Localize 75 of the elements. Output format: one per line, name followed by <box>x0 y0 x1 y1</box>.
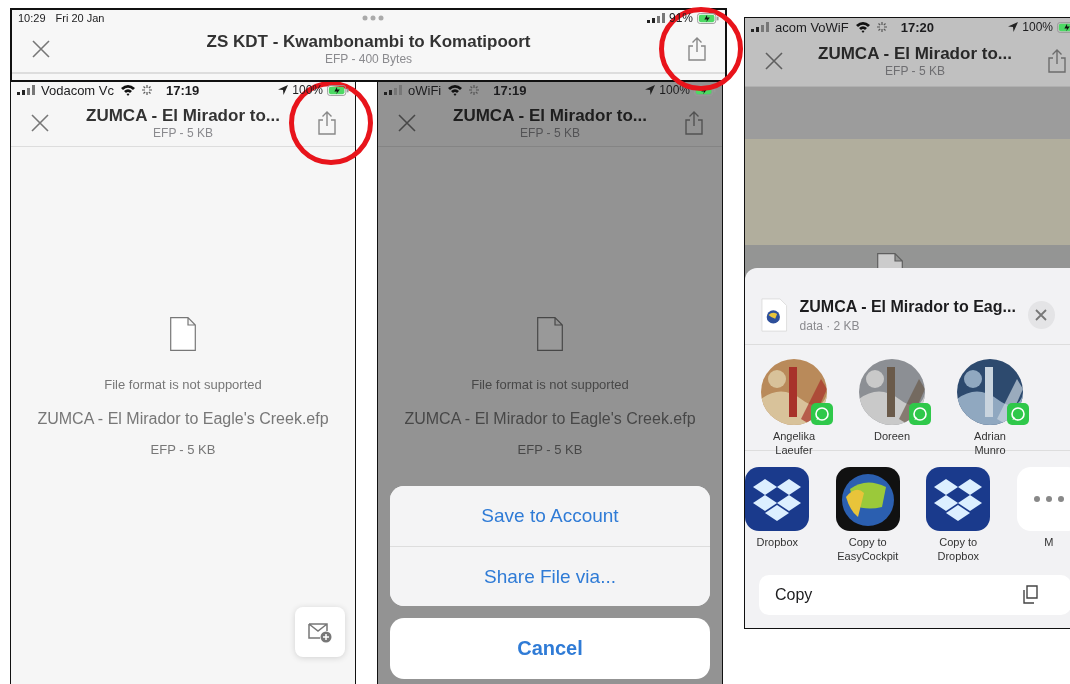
close-icon[interactable] <box>32 40 50 58</box>
wifi-icon <box>854 21 871 33</box>
share-file-title: ZUMCA - El Mirador to Eag... <box>799 297 1016 316</box>
carrier-name: Vodacom Vc <box>41 82 114 98</box>
globe-app-icon[interactable] <box>835 467 900 531</box>
status-time: 17:19 <box>166 82 200 98</box>
signal-icon <box>17 85 35 95</box>
chat-badge-icon <box>909 403 931 425</box>
app-label: Copy to Dropbox <box>936 535 981 563</box>
file-title: ZUMCA - El Mirador to... <box>86 105 280 126</box>
status-time: 10:29 <box>18 12 46 24</box>
file-title: ZUMCA - El Mirador to... <box>453 105 647 126</box>
signal-icon <box>384 85 402 95</box>
chat-badge-icon <box>811 403 833 425</box>
battery-icon <box>327 84 349 96</box>
file-subtitle: EFP - 400 Bytes <box>324 52 413 66</box>
document-icon <box>170 317 196 351</box>
spinner-icon <box>469 85 480 95</box>
close-icon[interactable] <box>31 113 49 132</box>
spinner-icon <box>876 22 887 32</box>
close-icon[interactable] <box>398 113 416 132</box>
more-icon <box>362 15 384 21</box>
chat-badge-icon <box>1007 403 1029 425</box>
signal-icon <box>751 22 769 32</box>
copy-icon <box>1021 585 1041 605</box>
error-message: File format is not supported <box>471 377 629 392</box>
app-label: Dropbox <box>756 535 799 549</box>
share-icon[interactable] <box>1047 49 1067 73</box>
battery-level: 100% <box>659 83 690 97</box>
status-date: Fri 20 Jan <box>55 12 105 24</box>
mail-plus-icon <box>308 621 332 643</box>
close-icon[interactable] <box>765 52 783 70</box>
wifi-icon <box>447 84 464 96</box>
signal-icon <box>646 13 665 23</box>
file-name: ZUMCA - El Mirador to Eagle's Creek.efp <box>404 410 696 428</box>
share-icon[interactable] <box>317 110 337 135</box>
app-label: M <box>1044 535 1054 549</box>
share-icon[interactable] <box>687 37 707 61</box>
status-time: 17:19 <box>493 82 527 98</box>
carrier-name: oWiFi <box>408 82 442 98</box>
file-subtitle: EFP - 5 KB <box>520 125 580 140</box>
carrier-name: acom VoWiF <box>775 19 849 35</box>
file-name: ZUMCA - El Mirador to Eagle's Creek.efp <box>37 410 329 428</box>
close-button[interactable] <box>1027 301 1055 329</box>
close-icon <box>1035 309 1048 321</box>
share-icon[interactable] <box>684 110 704 135</box>
cancel-button[interactable]: Cancel <box>390 618 710 679</box>
contact-name: Angelika Laeufer <box>771 429 817 457</box>
compose-button[interactable] <box>295 607 345 657</box>
file-subtitle: EFP - 5 KB <box>885 64 945 78</box>
error-message: File format is not supported <box>104 377 262 392</box>
battery-level: 100% <box>1022 20 1053 34</box>
contact-name: Doreen <box>873 429 911 443</box>
location-icon <box>1008 22 1019 32</box>
action-button[interactable]: Share File via... <box>390 546 710 606</box>
file-info: EFP - 5 KB <box>517 442 583 457</box>
more-icon[interactable] <box>1016 467 1070 531</box>
file-title: ZS KDT - Kwambonambi to Komatipoort <box>206 32 531 52</box>
contact-name: Adrian Munro <box>973 429 1007 457</box>
copy-action[interactable]: Copy <box>759 575 1070 615</box>
dropbox-icon[interactable] <box>926 467 991 531</box>
file-title: ZUMCA - El Mirador to... <box>818 44 1012 64</box>
dropbox-icon[interactable] <box>745 467 810 531</box>
location-icon <box>645 85 656 95</box>
location-icon <box>278 85 289 95</box>
battery-icon <box>697 12 719 24</box>
share-file-info: data · 2 KB <box>799 318 861 333</box>
file-thumbnail-icon <box>761 297 788 333</box>
spinner-icon <box>142 85 152 95</box>
status-time: 17:20 <box>900 19 934 35</box>
file-info: EFP - 5 KB <box>150 442 216 457</box>
wifi-icon <box>120 84 136 96</box>
file-subtitle: EFP - 5 KB <box>153 125 213 140</box>
app-label: Copy to EasyCockpit <box>836 535 900 563</box>
document-icon <box>537 317 563 351</box>
